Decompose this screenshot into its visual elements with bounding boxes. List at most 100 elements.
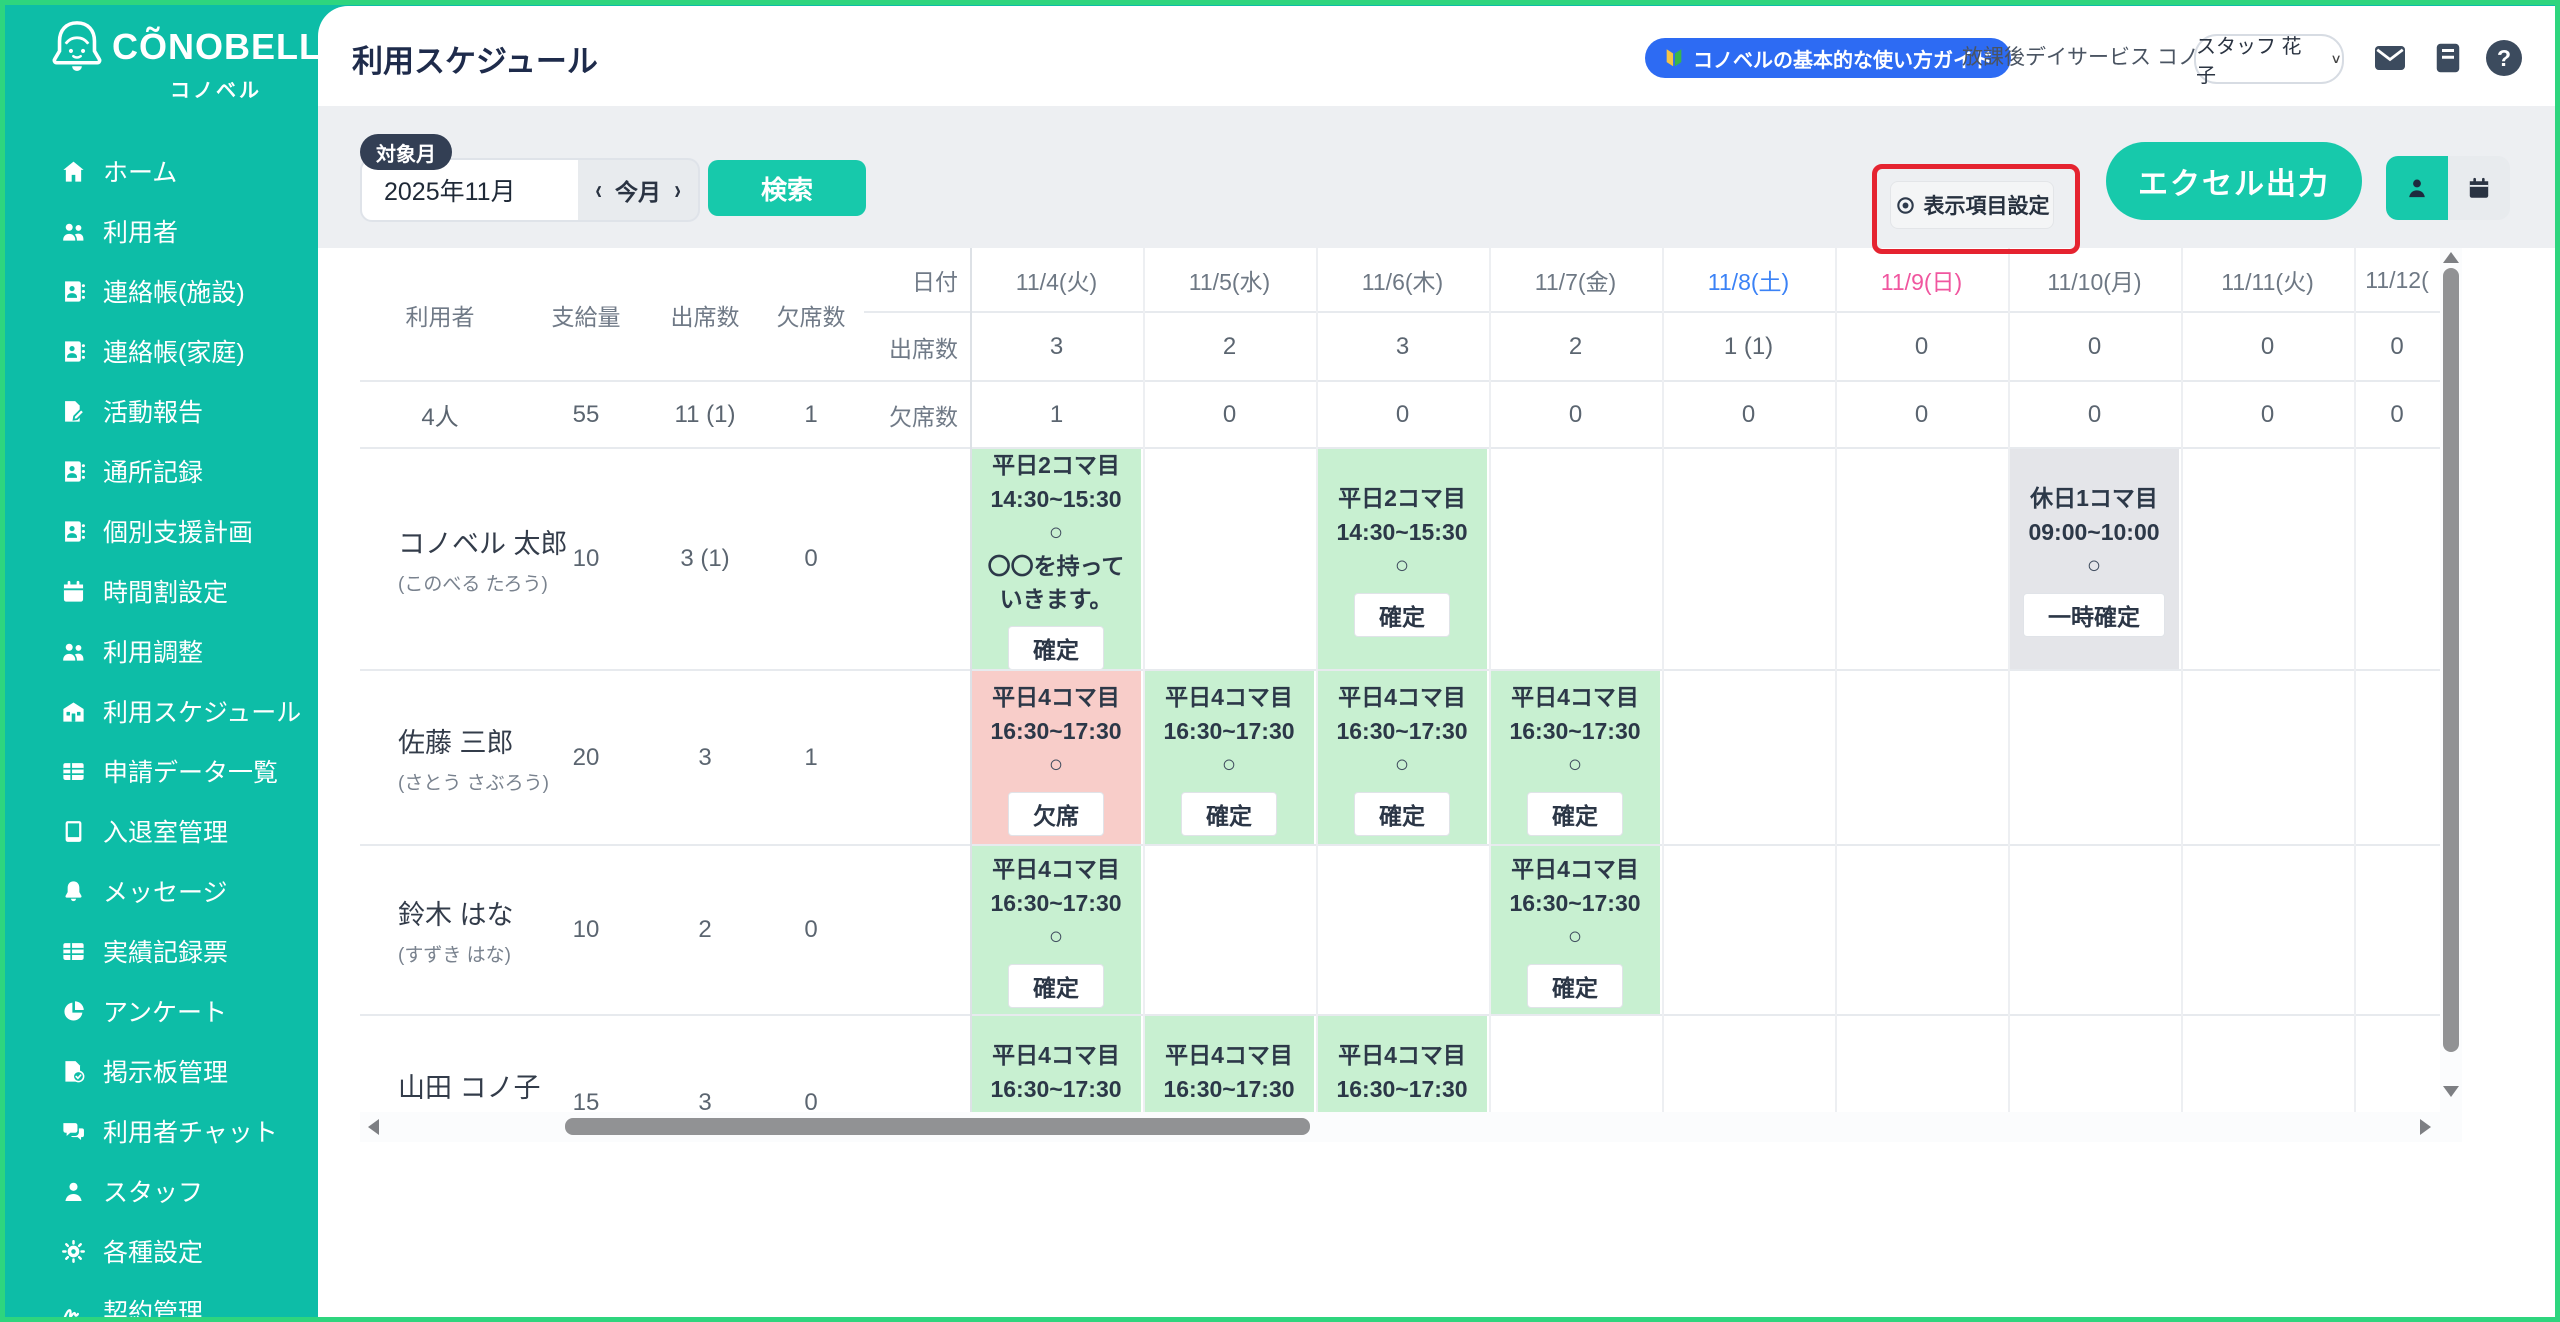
user-view-toggle[interactable]	[2386, 156, 2448, 220]
sidebar-item-support-plan[interactable]: 個別支援計画	[0, 501, 318, 561]
prev-month-icon[interactable]: ‹	[595, 176, 602, 204]
absent-count: 0	[1316, 381, 1489, 448]
attend-count: 3	[970, 312, 1143, 381]
user-attend: 2	[652, 845, 758, 1015]
schedule-cell[interactable]: 平日4コマ目 16:30~17:30 ○ 確定	[1490, 846, 1660, 1014]
horizontal-scrollbar[interactable]	[360, 1112, 2462, 1142]
attendance-mark: ○	[1049, 516, 1064, 550]
doc-check-icon	[60, 1058, 87, 1085]
absent-count: 0	[2181, 381, 2354, 448]
vertical-scrollbar-thumb[interactable]	[2443, 268, 2459, 1052]
person-icon	[2404, 175, 2430, 201]
absent-count: 0	[1489, 381, 1662, 448]
schedule-cell[interactable]: 平日4コマ目 16:30~17:30 ○ 確定	[971, 846, 1141, 1014]
status-badge: 確定	[1354, 593, 1450, 637]
date-header: 11/7(金)	[1489, 248, 1662, 312]
schedule-cell[interactable]: 平日4コマ目 16:30~17:30 ○	[1144, 1016, 1314, 1112]
sidebar-item-usage-adjust[interactable]: 利用調整	[0, 621, 318, 681]
row-header-absent: 欠席数	[864, 381, 970, 448]
schedule-cell[interactable]: 平日4コマ目 16:30~17:30 ○ 欠席	[971, 671, 1141, 844]
calendar-icon	[2466, 175, 2492, 201]
next-month-icon[interactable]: ›	[674, 176, 681, 204]
attendance-mark: ○	[1395, 549, 1410, 583]
sidebar-item-record-sheet[interactable]: 実績記録票	[0, 921, 318, 981]
contact-book-icon	[60, 278, 87, 305]
absent-count: 0	[1835, 381, 2008, 448]
help-icon[interactable]: ?	[2486, 40, 2522, 76]
attendance-mark: ○	[1568, 748, 1583, 782]
schedule-cell[interactable]: 休日1コマ目 09:00~10:00 ○ 一時確定	[2009, 449, 2179, 669]
status-badge: 確定	[1181, 792, 1277, 836]
grid-line	[360, 1014, 2440, 1016]
scroll-down-icon[interactable]	[2443, 1086, 2459, 1097]
date-header: 11/10(月)	[2008, 248, 2181, 312]
staff-select[interactable]: スタッフ 花子 ∨	[2194, 34, 2344, 84]
grid-line	[360, 669, 2440, 671]
display-settings-button[interactable]: 表示項目設定	[1890, 181, 2054, 229]
logo-subtext: コノベル	[112, 74, 320, 103]
vertical-scrollbar[interactable]	[2440, 248, 2462, 1112]
sidebar-item-contract[interactable]: 契約管理	[0, 1281, 318, 1322]
schedule-cell[interactable]: 平日4コマ目 16:30~17:30 ○	[971, 1016, 1141, 1112]
excel-export-button[interactable]: エクセル出力	[2106, 142, 2362, 220]
schedule-cell[interactable]: 平日2コマ目 14:30~15:30 ○ 〇〇を持って いきます。 確定	[971, 449, 1141, 669]
grid-line	[1489, 248, 1491, 1112]
sidebar-item-messages[interactable]: メッセージ	[0, 861, 318, 921]
sidebar-item-timetable[interactable]: 時間割設定	[0, 561, 318, 621]
sidebar-item-settings[interactable]: 各種設定	[0, 1221, 318, 1281]
sidebar-item-contact-facility[interactable]: 連絡帳(施設)	[0, 261, 318, 321]
sidebar-item-home[interactable]: ホーム	[0, 141, 318, 201]
date-header: 11/4(火)	[970, 248, 1143, 312]
scroll-right-icon[interactable]	[2420, 1119, 2431, 1135]
status-badge: 確定	[1354, 792, 1450, 836]
schedule-cell[interactable]: 平日4コマ目 16:30~17:30 ○ 確定	[1317, 671, 1487, 844]
grid-line	[1662, 248, 1664, 1112]
sidebar-item-board-admin[interactable]: 掲示板管理	[0, 1041, 318, 1101]
schedule-cell[interactable]: 平日2コマ目 14:30~15:30 ○ 確定	[1317, 449, 1487, 669]
scroll-left-icon[interactable]	[368, 1119, 379, 1135]
sidebar-item-entry-exit[interactable]: 入退室管理	[0, 801, 318, 861]
summary-supply: 55	[520, 381, 652, 448]
sidebar-item-users[interactable]: 利用者	[0, 201, 318, 261]
schedule-cell[interactable]: 平日4コマ目 16:30~17:30 ○ 確定	[1490, 671, 1660, 844]
schedule-cell[interactable]: 平日4コマ目 16:30~17:30 ○ 確定	[1144, 671, 1314, 844]
feed-icon[interactable]	[2430, 38, 2466, 78]
status-badge: 確定	[1527, 964, 1623, 1008]
pie-chart-icon	[60, 998, 87, 1025]
view-toggle	[2386, 156, 2510, 220]
sidebar-item-contact-home[interactable]: 連絡帳(家庭)	[0, 321, 318, 381]
guide-button[interactable]: コノベルの基本的な使い方ガイド	[1645, 38, 2011, 78]
sidebar-item-application-data[interactable]: 申請データ一覧	[0, 741, 318, 801]
sidebar-item-user-chat[interactable]: 利用者チャット	[0, 1101, 318, 1161]
sidebar-item-activity-report[interactable]: 活動報告	[0, 381, 318, 441]
date-header: 11/5(水)	[1143, 248, 1316, 312]
absent-count: 0	[1662, 381, 1835, 448]
sidebar-item-usage-schedule[interactable]: 利用スケジュール	[0, 681, 318, 741]
schedule-cell[interactable]: 平日4コマ目 16:30~17:30 ○	[1317, 1016, 1487, 1112]
search-button[interactable]: 検索	[708, 160, 866, 216]
col-header-user: 利用者	[360, 248, 520, 381]
table-icon	[60, 938, 87, 965]
user-supply: 15	[520, 1043, 652, 1112]
horizontal-scrollbar-thumb[interactable]	[565, 1118, 1310, 1135]
sidebar-item-attendance-record[interactable]: 通所記録	[0, 441, 318, 501]
app-logo[interactable]: CÕNOBELL コノベル	[0, 0, 318, 130]
logo-text: CÕNOBELL	[112, 26, 322, 68]
grid-line	[1143, 248, 1145, 1112]
gear-icon	[60, 1238, 87, 1265]
scroll-up-icon[interactable]	[2443, 252, 2459, 263]
calendar-view-toggle[interactable]	[2448, 156, 2510, 220]
sidebar-item-staff[interactable]: スタッフ	[0, 1161, 318, 1221]
this-month-button[interactable]: 今月	[615, 173, 661, 207]
sidebar-item-survey[interactable]: アンケート	[0, 981, 318, 1041]
attend-count: 1 (1)	[1662, 312, 1835, 381]
mail-icon[interactable]	[2370, 40, 2410, 76]
user-attend: 3	[652, 1043, 758, 1112]
attendance-mark: ○	[2087, 549, 2102, 583]
user-absent: 0	[758, 448, 864, 670]
target-month-badge: 対象月	[360, 134, 452, 170]
grid-line	[2008, 248, 2010, 1112]
grid-line	[970, 248, 972, 1112]
user-supply: 20	[520, 670, 652, 845]
contact-book-icon	[60, 518, 87, 545]
